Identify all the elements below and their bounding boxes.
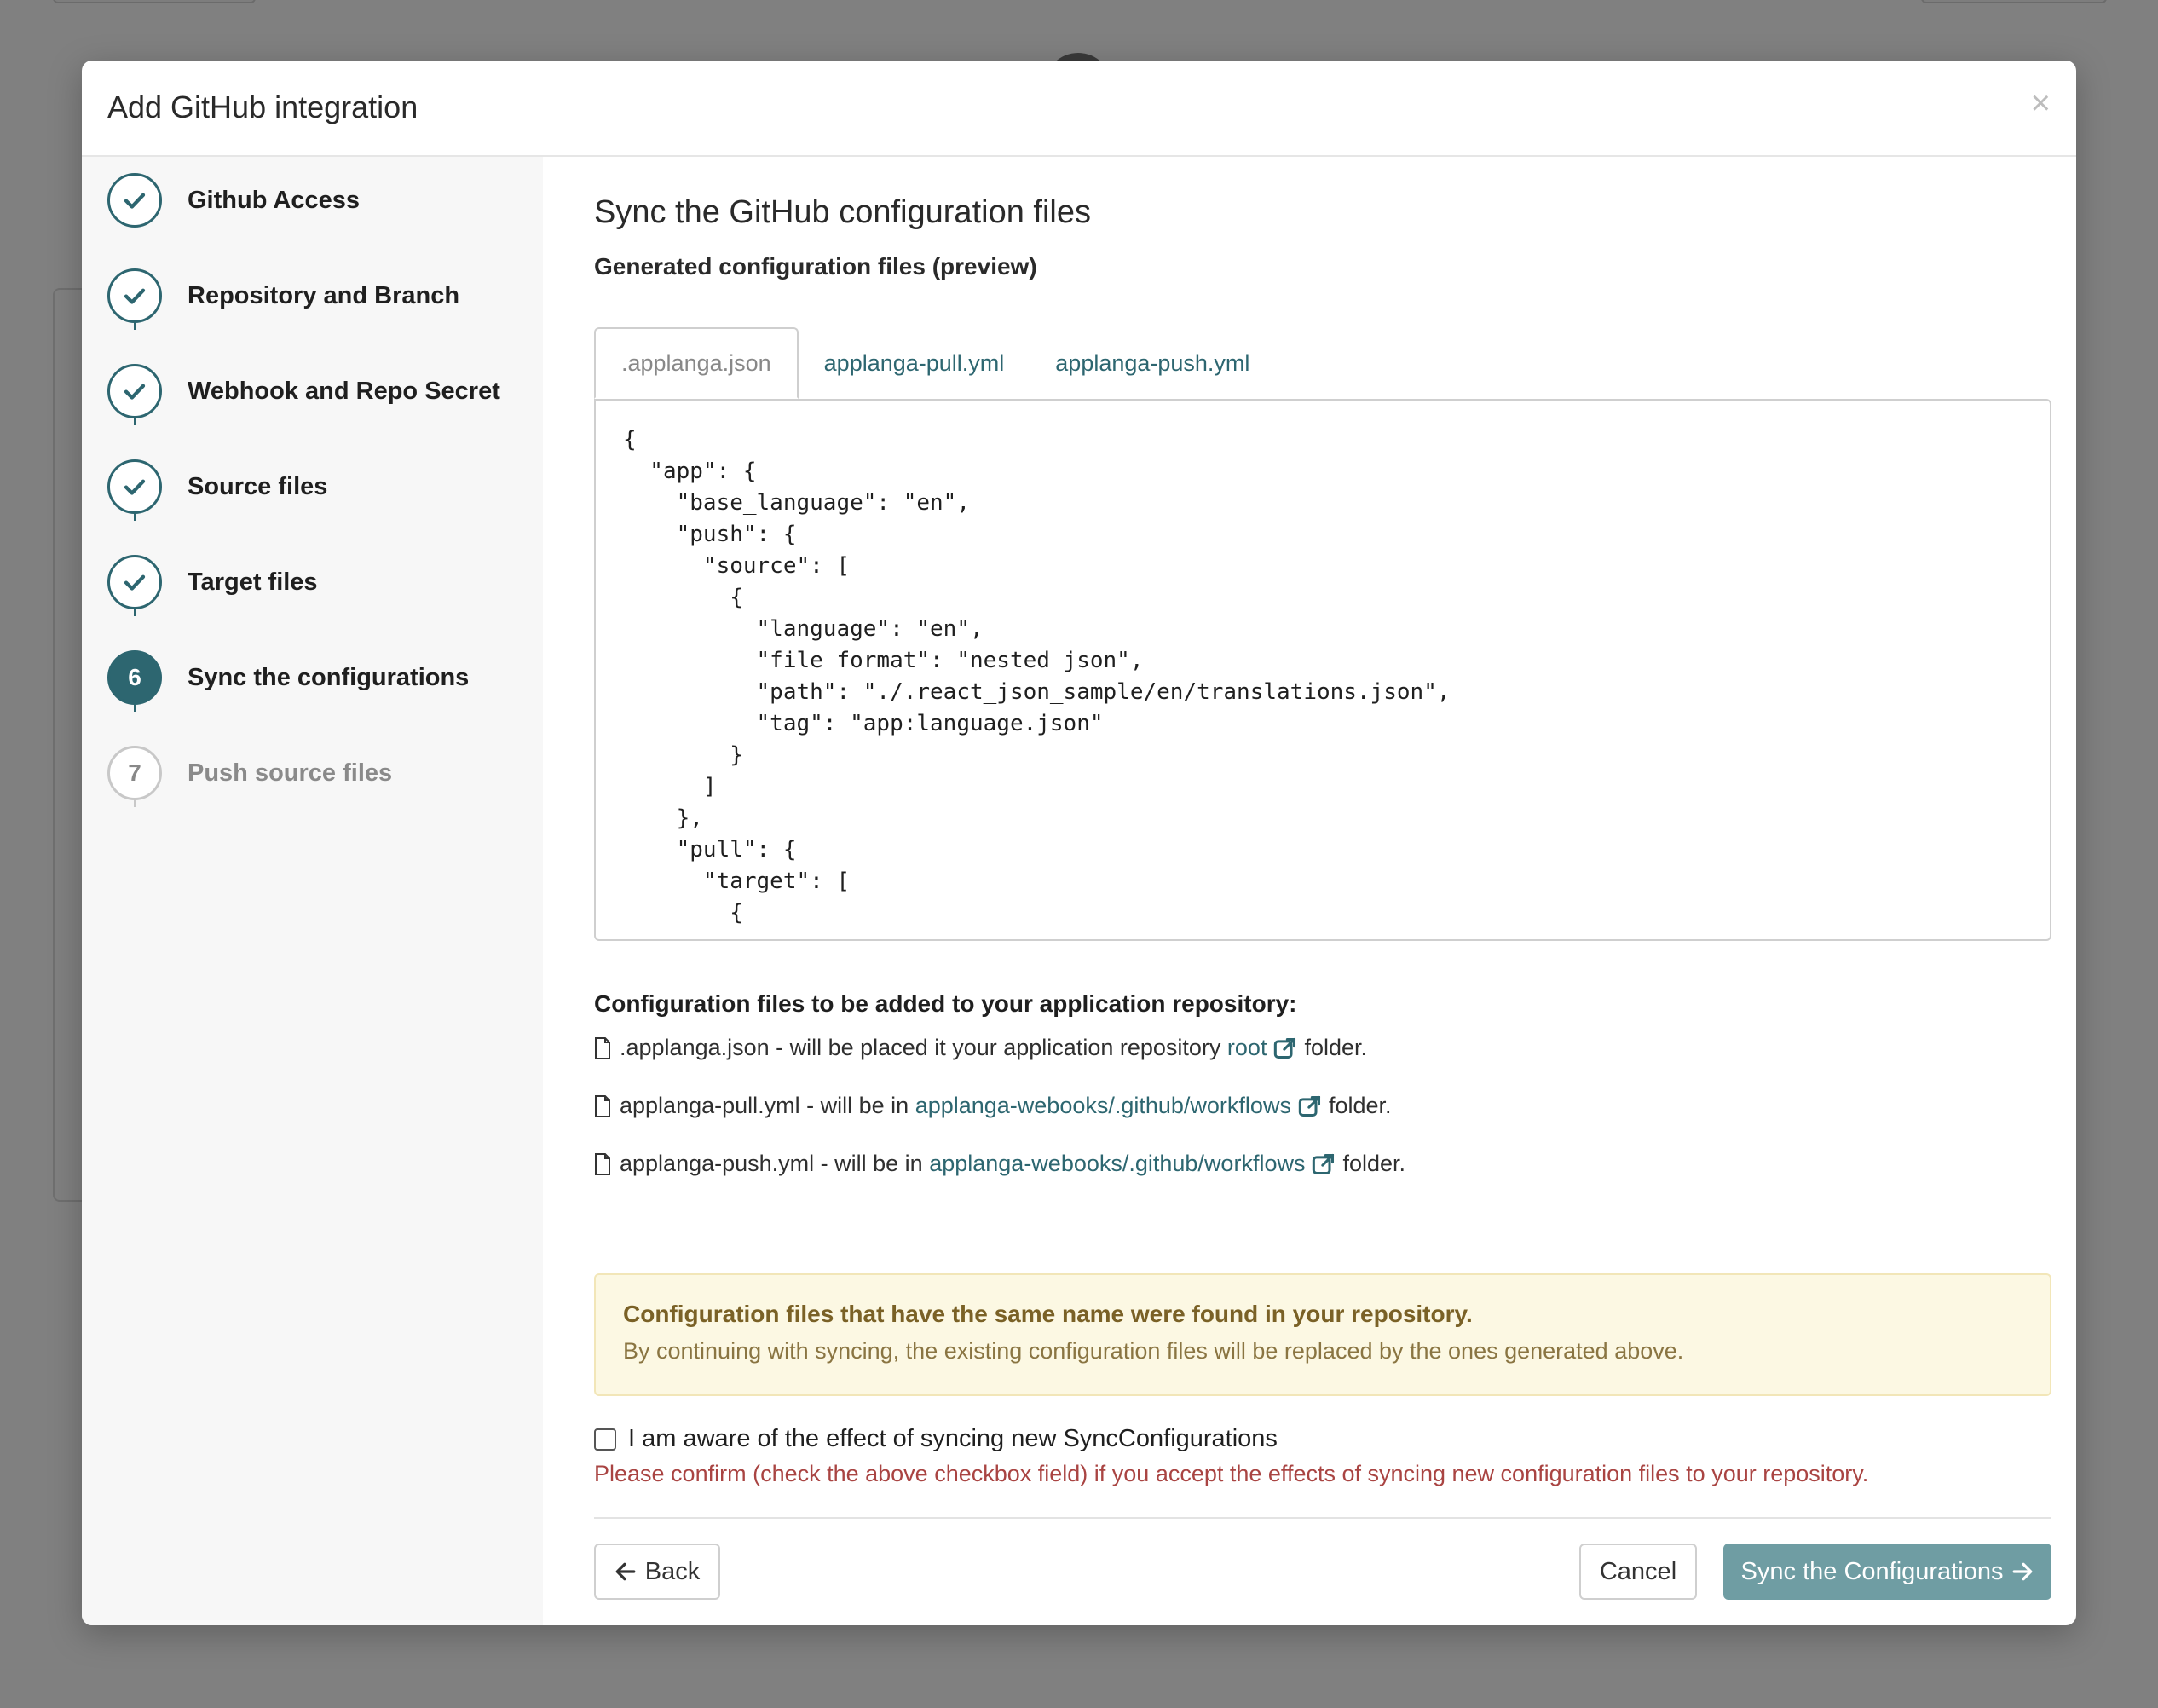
check-icon	[107, 555, 162, 609]
step-push-source-files: 7 Push source files	[107, 746, 392, 800]
file-item: applanga-push.yml - will be in applanga-…	[594, 1151, 1405, 1177]
modal-body: Github Access Repository and Branch Webh…	[82, 157, 2076, 1625]
file-suffix: folder.	[1342, 1151, 1406, 1176]
step-github-access: Github Access	[107, 173, 360, 228]
config-file-tabs: .applanga.json applanga-pull.yml applang…	[594, 327, 1275, 401]
background-button-left	[53, 0, 256, 3]
workflows-folder-link[interactable]: applanga-webooks/.github/workflows	[929, 1151, 1305, 1177]
file-description: .applanga.json - will be placed it your …	[620, 1035, 1221, 1060]
step-webhook-secret: Webhook and Repo Secret	[107, 364, 500, 418]
alert-title: Configuration files that have the same n…	[623, 1301, 1473, 1327]
step-label: Target files	[188, 568, 318, 596]
sync-label: Sync the Configurations	[1740, 1557, 2004, 1585]
checkbox-label[interactable]: I am aware of the effect of syncing new …	[628, 1425, 1278, 1453]
file-suffix: folder.	[1304, 1035, 1368, 1060]
tab-applanga-json[interactable]: .applanga.json	[594, 327, 799, 399]
files-section-title: Configuration files to be added to your …	[594, 990, 1297, 1017]
modal-header: Add GitHub integration ×	[82, 61, 2076, 157]
file-suffix: folder.	[1328, 1093, 1392, 1118]
step-label: Source files	[188, 472, 328, 500]
section-title: Sync the GitHub configuration files	[594, 194, 1091, 230]
external-link-icon[interactable]	[1273, 1036, 1297, 1060]
cancel-button[interactable]: Cancel	[1579, 1544, 1697, 1600]
check-icon	[107, 364, 162, 418]
modal-title: Add GitHub integration	[107, 89, 418, 124]
main-content: Sync the GitHub configuration files Gene…	[543, 157, 2076, 1625]
tab-applanga-pull[interactable]: applanga-pull.yml	[799, 327, 1030, 399]
step-source-files: Source files	[107, 459, 327, 514]
alert-text: By continuing with syncing, the existing…	[623, 1338, 1684, 1364]
acknowledge-row: I am aware of the effect of syncing new …	[594, 1425, 1278, 1453]
preview-title: Generated configuration files (preview)	[594, 253, 1037, 280]
file-icon	[595, 1036, 610, 1059]
arrow-left-icon	[615, 1562, 636, 1581]
back-button[interactable]: Back	[594, 1544, 720, 1600]
tab-applanga-push[interactable]: applanga-push.yml	[1030, 327, 1275, 399]
file-icon	[595, 1094, 610, 1117]
workflows-folder-link[interactable]: applanga-webooks/.github/workflows	[915, 1093, 1291, 1119]
check-icon	[107, 459, 162, 514]
step-label: Webhook and Repo Secret	[188, 377, 500, 405]
step-number-badge: 7	[107, 746, 162, 800]
file-icon	[595, 1152, 610, 1175]
root-folder-link[interactable]: root	[1227, 1035, 1267, 1061]
file-item: applanga-pull.yml - will be in applanga-…	[594, 1093, 1392, 1119]
step-repository-branch: Repository and Branch	[107, 268, 459, 323]
check-icon	[107, 173, 162, 228]
step-number-badge: 6	[107, 650, 162, 705]
warning-alert: Configuration files that have the same n…	[594, 1273, 2051, 1396]
background-button-right	[1921, 0, 2107, 3]
arrow-right-icon	[2013, 1562, 2033, 1581]
step-label: Repository and Branch	[188, 281, 460, 309]
validation-error: Please confirm (check the above checkbox…	[594, 1461, 1869, 1486]
back-label: Back	[644, 1557, 701, 1585]
close-icon[interactable]: ×	[2031, 86, 2051, 120]
acknowledge-checkbox[interactable]	[594, 1428, 616, 1451]
code-content: { "app": { "base_language": "en", "push"…	[623, 427, 1451, 926]
file-item: .applanga.json - will be placed it your …	[594, 1035, 1367, 1061]
sync-configurations-button[interactable]: Sync the Configurations	[1723, 1544, 2051, 1600]
file-description: applanga-pull.yml - will be in	[620, 1093, 909, 1118]
external-link-icon[interactable]	[1298, 1094, 1322, 1118]
github-integration-modal: Add GitHub integration × Github Access R…	[82, 61, 2076, 1625]
step-label: Sync the configurations	[188, 663, 470, 691]
check-icon	[107, 268, 162, 323]
step-target-files: Target files	[107, 555, 318, 609]
step-label: Push source files	[188, 759, 393, 787]
stepper: Github Access Repository and Branch Webh…	[82, 157, 543, 1625]
external-link-icon[interactable]	[1312, 1152, 1336, 1176]
step-label: Github Access	[188, 186, 360, 214]
step-sync-configurations: 6 Sync the configurations	[107, 650, 469, 705]
file-description: applanga-push.yml - will be in	[620, 1151, 923, 1176]
code-preview[interactable]: { "app": { "base_language": "en", "push"…	[594, 399, 2051, 941]
footer-divider	[594, 1517, 2051, 1519]
